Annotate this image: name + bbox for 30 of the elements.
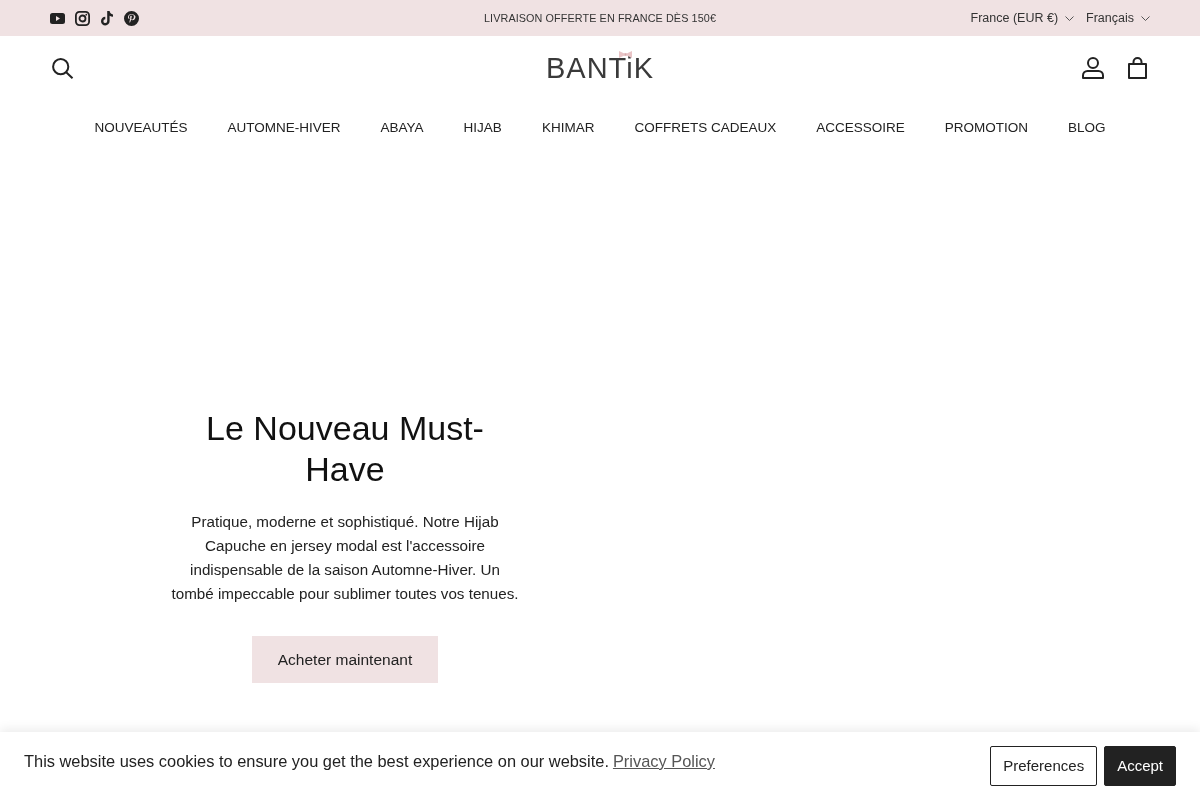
search-icon[interactable] bbox=[52, 57, 74, 79]
play-icon[interactable] bbox=[50, 12, 65, 24]
privacy-policy-link[interactable]: Privacy Policy bbox=[612, 748, 715, 774]
shopping-bag-icon[interactable] bbox=[1128, 57, 1147, 79]
cookie-message: This website uses cookies to ensure you get the best experience on our website. bbox=[24, 750, 609, 772]
shop-now-button[interactable]: Acheter maintenant bbox=[251, 636, 439, 683]
chevron-down-icon bbox=[1141, 15, 1150, 21]
music-note-icon[interactable] bbox=[100, 10, 114, 26]
nav-link[interactable]: ABAYA bbox=[380, 117, 424, 139]
preferences-button[interactable]: Preferences bbox=[990, 746, 1098, 786]
nav-link[interactable]: KHIMAR bbox=[541, 117, 595, 139]
selector-dropdown[interactable]: France (EUR €) bbox=[970, 8, 1075, 28]
bow-icon bbox=[618, 50, 632, 58]
camera-icon[interactable] bbox=[75, 10, 90, 26]
nav-link[interactable]: PROMOTION bbox=[944, 117, 1028, 139]
nav-link[interactable]: BLOG bbox=[1067, 117, 1106, 139]
hero-title: Le Nouveau Must-Have bbox=[205, 408, 485, 490]
hero-description: Pratique, moderne et sophistiqué. Notre Hijab Capuche en jersey modal est l'accessoire indispensable de la saison Automne-Hiver. Un tombé impeccable pour sublimer toutes vos tenues. bbox=[170, 512, 520, 604]
brand-logo[interactable]: BANTiK bbox=[545, 53, 655, 83]
accept-button[interactable]: Accept bbox=[1104, 746, 1176, 786]
pin-icon[interactable] bbox=[124, 10, 139, 26]
announcement-text: LIVRAISON OFFERTE EN FRANCE DÈS 150€ bbox=[484, 10, 716, 26]
selector-dropdown[interactable]: Français bbox=[1086, 8, 1150, 28]
user-icon[interactable] bbox=[1082, 57, 1104, 79]
nav-link[interactable]: AUTOMNE-HIVER bbox=[227, 117, 341, 139]
chevron-down-icon bbox=[1065, 15, 1075, 21]
nav-link[interactable]: ACCESSOIRE bbox=[816, 117, 905, 139]
nav-link[interactable]: HIJAB bbox=[463, 117, 502, 139]
nav-link[interactable]: NOUVEAUTÉS bbox=[94, 117, 188, 139]
nav-link[interactable]: COFFRETS CADEAUX bbox=[634, 117, 777, 139]
